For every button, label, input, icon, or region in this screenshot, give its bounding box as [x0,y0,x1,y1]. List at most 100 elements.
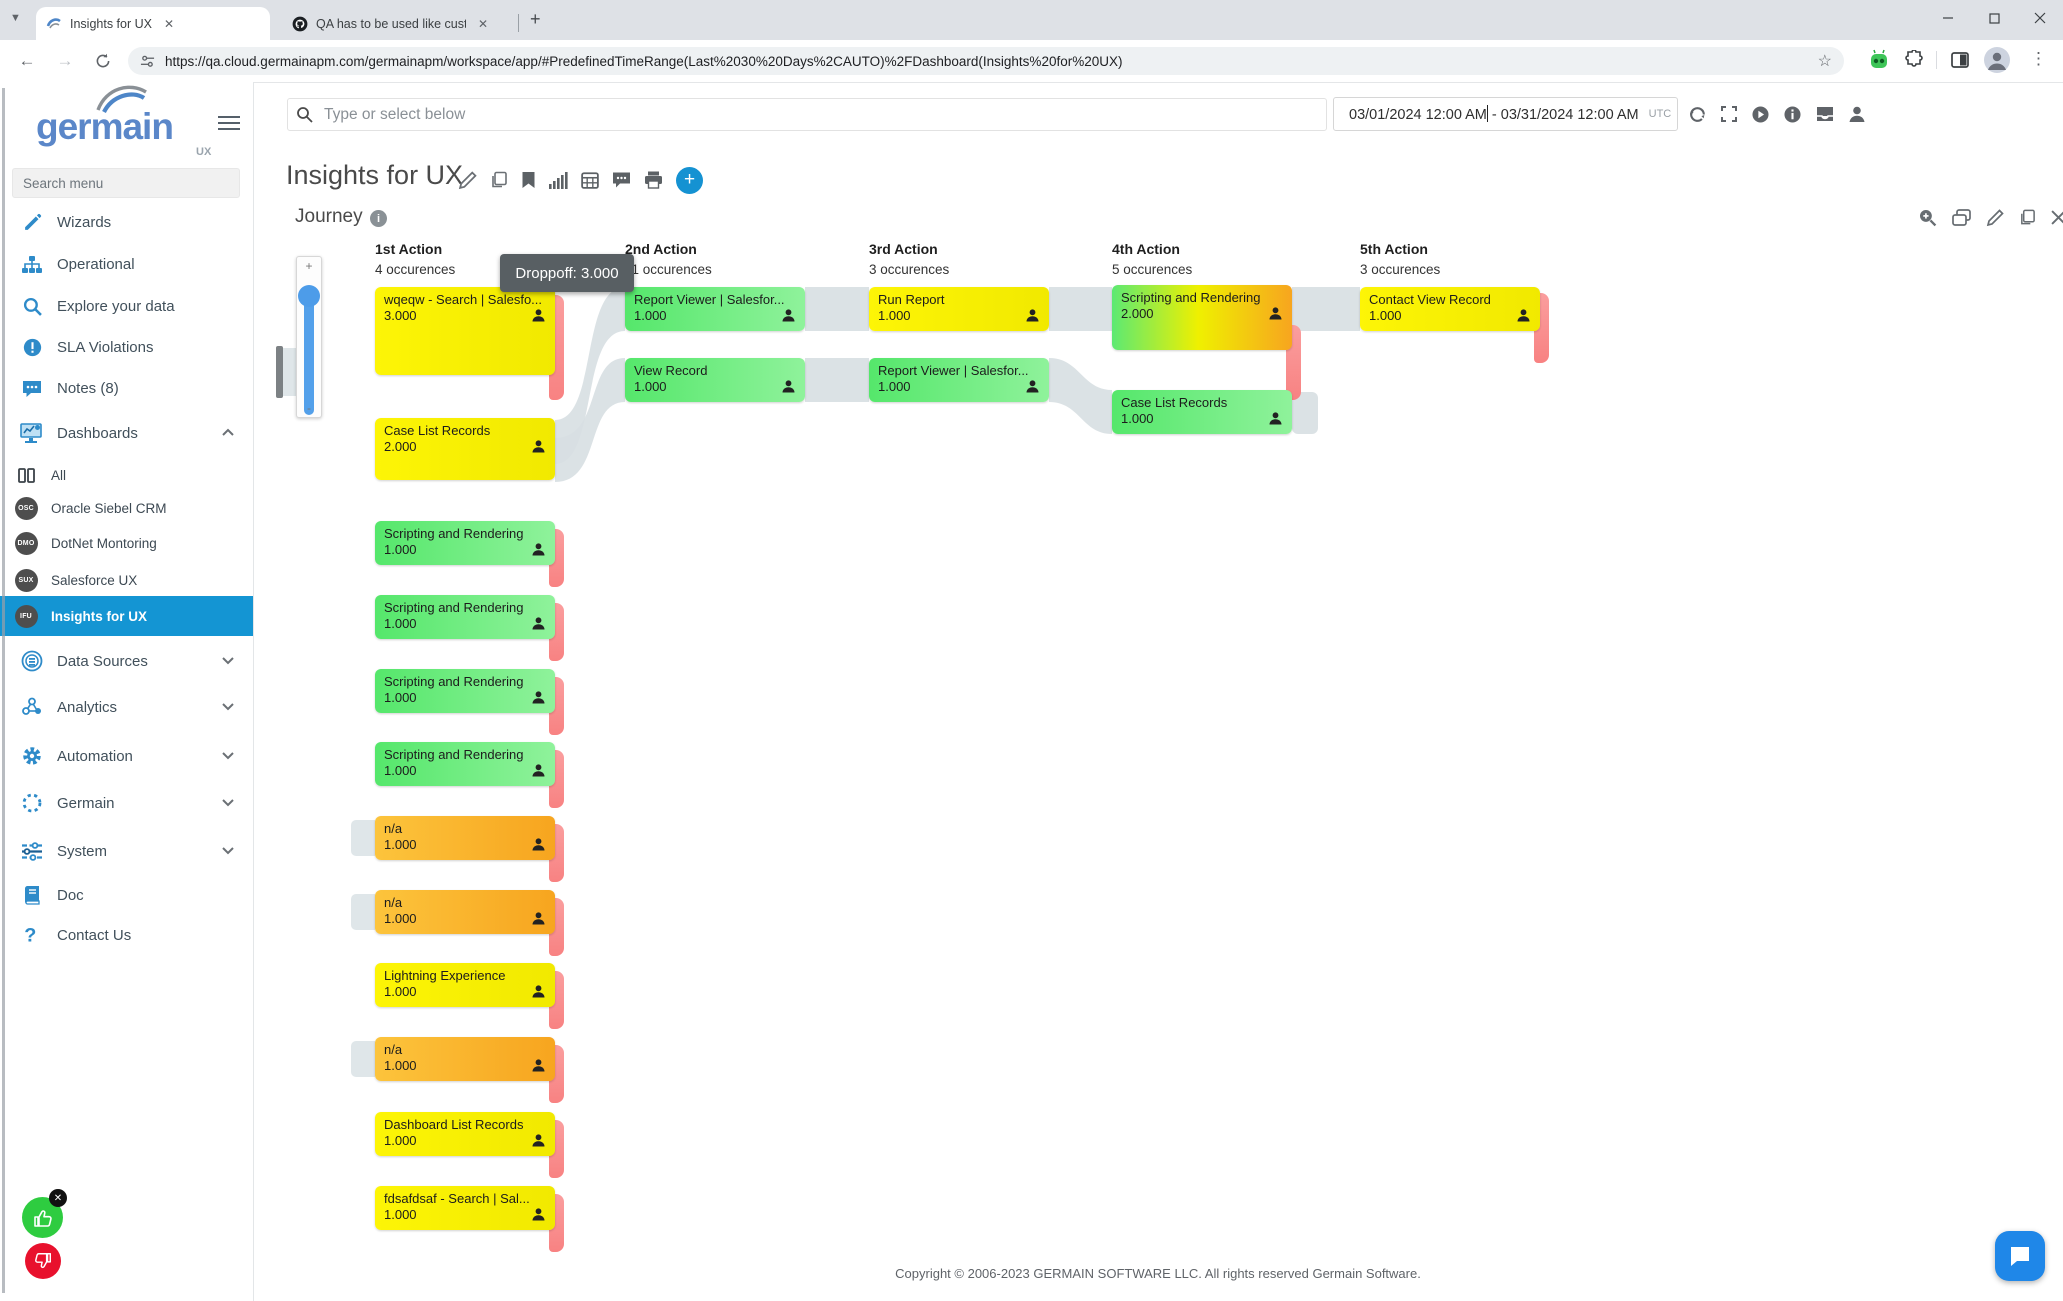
print-icon[interactable] [644,171,663,189]
info-icon[interactable] [1783,105,1802,124]
tab-close-icon[interactable]: ✕ [164,17,174,31]
sidebar-item-salesforce-ux[interactable]: SUXSalesforce UX [0,563,253,598]
site-settings-icon[interactable] [140,54,155,69]
chevron-down-icon[interactable] [221,842,235,860]
back-icon[interactable]: ← [14,48,40,74]
journey-node[interactable]: n/a1.000 [375,1037,555,1081]
zoom-slider-knob[interactable] [298,285,320,307]
zoom-in-label[interactable]: + [297,259,321,273]
sidebar-item-automation[interactable]: Automation [0,733,253,779]
user-menu-icon[interactable] [1848,105,1866,123]
edit-pencil-icon[interactable] [1986,209,2004,227]
browser-menu-icon[interactable]: ⋮ [2030,49,2047,69]
journey-node[interactable]: Report Viewer | Salesfor...1.000 [625,287,805,331]
window-minimize-button[interactable] [1925,0,1971,36]
chevron-down-icon[interactable] [221,747,235,765]
sidebar-item-dotnet-montoring[interactable]: DMODotNet Montoring [0,526,253,561]
dashboard-search-input[interactable] [287,98,1327,131]
journey-node[interactable]: Scripting and Rendering1.000 [375,595,555,639]
profile-avatar[interactable] [1984,47,2010,78]
chevron-down-icon[interactable] [221,652,235,670]
play-icon[interactable] [1751,105,1770,124]
zoom-out-label[interactable]: - [297,401,321,415]
zoom-slider-bar[interactable] [304,293,314,415]
fullscreen-icon[interactable] [1720,105,1738,123]
side-panel-icon[interactable] [1950,50,1970,75]
sidebar-item-analytics[interactable]: Analytics [0,684,253,730]
add-widget-button[interactable]: + [676,167,703,194]
journey-node[interactable]: Scripting and Rendering1.000 [375,521,555,565]
sidebar-item-dashboards[interactable]: Dashboards [0,411,253,455]
calendar-grid-icon[interactable] [581,171,599,189]
browser-tab-active[interactable]: Insights for UX ✕ [36,7,270,40]
chevron-down-icon[interactable] [221,794,235,812]
new-tab-button[interactable]: + [530,9,541,30]
sidebar-item-oracle-siebel-crm[interactable]: OSCOracle Siebel CRM [0,491,253,526]
window-close-button[interactable] [2017,0,2063,36]
journey-info-icon[interactable]: i [370,210,387,227]
signal-bars-icon[interactable] [549,172,568,189]
dismiss-feedback-icon[interactable]: ✕ [49,1189,67,1207]
bookmark-star-icon[interactable]: ☆ [1818,51,1832,71]
sidebar-item-wizards[interactable]: Wizards [0,202,253,243]
sidebar-item-explore-your-data[interactable]: Explore your data [0,286,253,327]
refresh-icon[interactable] [1688,105,1707,124]
extension-robot-icon[interactable] [1868,49,1890,76]
left-scrollbar[interactable] [2,88,5,1293]
journey-node[interactable]: Contact View Record1.000 [1360,287,1540,331]
journey-node[interactable]: n/a1.000 [375,890,555,934]
restore-window-icon[interactable] [1952,209,1971,226]
date-range-picker[interactable]: 03/01/2024 12:00 AM - 03/31/2024 12:00 A… [1333,97,1678,131]
url-bar[interactable]: https://qa.cloud.germainapm.com/germaina… [128,47,1844,75]
browser-tab-inactive[interactable]: QA has to be used like custome ✕ [282,7,510,40]
journey-node[interactable]: Dashboard List Records1.000 [375,1112,555,1156]
sidebar-item-data-sources[interactable]: Data Sources [0,638,253,684]
sidebar-item-contact-us[interactable]: ?Contact Us [0,914,253,956]
chevron-up-icon[interactable] [221,424,235,442]
sidebar-item-operational[interactable]: Operational [0,244,253,285]
journey-node[interactable]: fdsafdsaf - Search | Sal...1.000 [375,1186,555,1230]
copy-icon[interactable] [490,171,508,189]
journey-node[interactable]: wqeqw - Search | Salesfo...3.000 [375,287,555,375]
sidebar-item-insights-for-ux[interactable]: IFUInsights for UX [0,596,253,636]
date-range-text[interactable]: 03/01/2024 12:00 AM - 03/31/2024 12:00 A… [1349,105,1639,123]
inbox-icon[interactable] [1815,105,1835,123]
tab-close-icon[interactable]: ✕ [478,17,488,31]
forward-icon[interactable]: → [52,48,78,74]
tab-search-chevron-icon[interactable]: ▼ [10,12,21,24]
extensions-puzzle-icon[interactable] [1904,50,1924,75]
edit-pencil-icon[interactable] [458,171,477,190]
window-maximize-button[interactable] [1971,0,2017,36]
thumbs-down-button[interactable] [25,1243,61,1279]
sidebar-item-sla-violations[interactable]: SLA Violations [0,327,253,368]
journey-node[interactable]: Scripting and Rendering2.000 [1112,285,1292,350]
sidebar-search-input[interactable] [12,168,240,198]
journey-node[interactable]: View Record1.000 [625,358,805,402]
sidebar-item-notes-8[interactable]: Notes (8) [0,368,253,409]
chevron-down-icon[interactable] [221,698,235,716]
journey-node[interactable]: Run Report1.000 [869,287,1049,331]
mini-scroll-handle[interactable] [276,346,283,398]
journey-node[interactable]: Case List Records1.000 [1112,390,1292,434]
zoom-in-icon[interactable] [1918,208,1937,227]
reload-icon[interactable] [90,48,116,74]
diagram-zoom-slider[interactable]: + - [296,256,322,418]
comment-icon[interactable] [612,171,631,189]
close-icon[interactable] [2051,210,2063,225]
sidebar-item-system[interactable]: System [0,828,253,874]
copy-icon[interactable] [2019,209,2036,226]
hamburger-menu-icon[interactable] [218,112,240,134]
journey-node[interactable]: Report Viewer | Salesfor...1.000 [869,358,1049,402]
bookmark-icon[interactable] [521,171,536,189]
sidebar-item-all[interactable]: All [0,458,253,492]
chat-widget-button[interactable] [1995,1231,2045,1281]
sidebar-item-germain[interactable]: Germain [0,780,253,826]
journey-node[interactable]: Case List Records2.000 [375,418,555,480]
journey-node[interactable]: n/a1.000 [375,816,555,860]
sidebar-item-doc[interactable]: Doc [0,874,253,916]
journey-node[interactable]: Scripting and Rendering1.000 [375,669,555,713]
journey-node[interactable]: Scripting and Rendering1.000 [375,742,555,786]
node-label: Scripting and Rendering [1121,290,1283,305]
user-icon [781,379,796,394]
journey-node[interactable]: Lightning Experience1.000 [375,963,555,1007]
